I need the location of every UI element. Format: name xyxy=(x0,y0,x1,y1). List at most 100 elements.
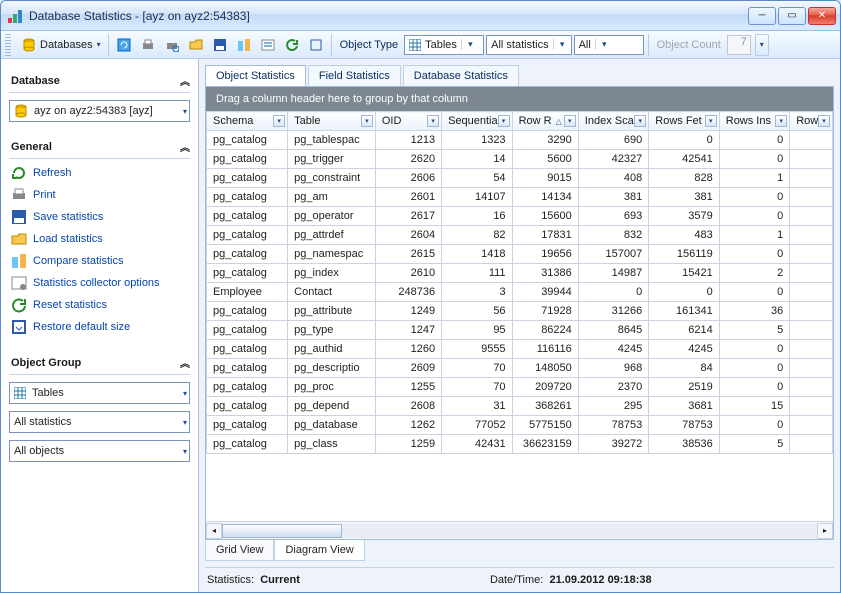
object-group-objects-combo[interactable]: All objects ▾ xyxy=(9,440,190,462)
object-group-type-combo[interactable]: Tables ▾ xyxy=(9,382,190,404)
filter-icon[interactable]: ▾ xyxy=(705,115,717,127)
group-by-row[interactable]: Drag a column header here to group by th… xyxy=(206,87,833,111)
maximize-button[interactable]: ▭ xyxy=(778,7,806,25)
tab-object-statistics[interactable]: Object Statistics xyxy=(205,65,306,86)
sidebar-link-save[interactable]: Save statistics xyxy=(9,206,190,228)
filter-icon[interactable]: ▾ xyxy=(775,115,787,127)
table-row[interactable]: EmployeeContact248736339944000 xyxy=(207,283,833,302)
column-header[interactable]: Schema▾ xyxy=(207,112,288,131)
toolbar-print-preview-button[interactable] xyxy=(161,34,183,56)
column-header[interactable]: Table▾ xyxy=(288,112,376,131)
table-cell: pg_am xyxy=(288,188,376,207)
horizontal-scrollbar[interactable]: ◂ ▸ xyxy=(206,521,833,539)
column-header[interactable]: Row▾ xyxy=(790,112,833,131)
table-cell: 1 xyxy=(719,169,789,188)
table-cell: 0 xyxy=(649,283,719,302)
filter-icon[interactable]: ▾ xyxy=(498,115,510,127)
table-row[interactable]: pg_catalogpg_authid126095551161164245424… xyxy=(207,340,833,359)
table-row[interactable]: pg_catalogpg_attribute124956719283126616… xyxy=(207,302,833,321)
table-row[interactable]: pg_catalogpg_proc125570209720237025190 xyxy=(207,378,833,397)
toolbar-compare-button[interactable] xyxy=(233,34,255,56)
toolbar-save-button[interactable] xyxy=(209,34,231,56)
filter-icon[interactable]: ▾ xyxy=(273,115,285,127)
table-row[interactable]: pg_catalogpg_operator2617161560069335790 xyxy=(207,207,833,226)
column-header[interactable]: Sequentia▾ xyxy=(442,112,512,131)
table-row[interactable]: pg_catalogpg_database1262770525775150787… xyxy=(207,416,833,435)
tab-database-statistics[interactable]: Database Statistics xyxy=(403,65,519,86)
toolbar-open-button[interactable] xyxy=(185,34,207,56)
table-row[interactable]: pg_catalogpg_descriptio26097014805096884… xyxy=(207,359,833,378)
toolbar-overflow-button[interactable]: ▾ xyxy=(755,34,769,56)
table-row[interactable]: pg_catalogpg_am260114107141343813810 xyxy=(207,188,833,207)
chevron-down-icon: ▾ xyxy=(183,107,187,116)
table-row[interactable]: pg_catalogpg_class1259424313662315939272… xyxy=(207,435,833,454)
tab-field-statistics[interactable]: Field Statistics xyxy=(308,65,401,86)
objects-filter-combo[interactable]: All ▾ xyxy=(574,35,644,55)
tab-diagram-view[interactable]: Diagram View xyxy=(274,540,364,561)
table-row[interactable]: pg_catalogpg_attrdef260482178318324831 xyxy=(207,226,833,245)
collapse-icon[interactable]: ︽ xyxy=(180,73,188,88)
scroll-right-button[interactable]: ▸ xyxy=(817,523,833,539)
table-cell: 381 xyxy=(649,188,719,207)
databases-label: Databases xyxy=(40,39,93,51)
database-combo[interactable]: ayz on ayz2:54383 [ayz] ▾ xyxy=(9,100,190,122)
column-header[interactable]: Index Sca▾ xyxy=(578,112,648,131)
sidebar-link-collector[interactable]: Statistics collector options xyxy=(9,272,190,294)
column-header[interactable]: Rows Fet▾ xyxy=(649,112,719,131)
tab-grid-view[interactable]: Grid View xyxy=(205,540,274,561)
filter-icon[interactable]: ▾ xyxy=(361,115,373,127)
table-row[interactable]: pg_catalogpg_trigger26201456004232742541… xyxy=(207,150,833,169)
scroll-left-button[interactable]: ◂ xyxy=(206,523,222,539)
chevron-down-icon: ▾ xyxy=(595,39,611,50)
table-cell: 2617 xyxy=(375,207,441,226)
table-cell: pg_namespac xyxy=(288,245,376,264)
table-row[interactable]: pg_catalogpg_constraint26065490154088281 xyxy=(207,169,833,188)
table-row[interactable]: pg_catalogpg_index2610111313861498715421… xyxy=(207,264,833,283)
databases-dropdown[interactable]: Databases ▾ xyxy=(17,34,104,56)
table-scroll[interactable]: Schema▾Table▾OID▾Sequentia▾Row R▾Index S… xyxy=(206,111,833,521)
sidebar-link-reset[interactable]: Reset statistics xyxy=(9,294,190,316)
minimize-button[interactable]: ─ xyxy=(748,7,776,25)
collapse-icon[interactable]: ︽ xyxy=(180,139,188,154)
table-cell: pg_catalog xyxy=(207,378,288,397)
table-cell: 71928 xyxy=(512,302,578,321)
table-row[interactable]: pg_catalogpg_namespac2615141819656157007… xyxy=(207,245,833,264)
sidebar-link-label: Load statistics xyxy=(33,233,103,245)
sidebar-link-restore[interactable]: Restore default size xyxy=(9,316,190,338)
toolbar-refresh-button[interactable] xyxy=(113,34,135,56)
table-cell: 54 xyxy=(442,169,512,188)
toolbar-restore-size-button[interactable] xyxy=(305,34,327,56)
toolbar-print-button[interactable] xyxy=(137,34,159,56)
section-object-group: Object Group ︽ xyxy=(9,349,190,375)
scroll-thumb[interactable] xyxy=(222,524,342,538)
table-row[interactable]: pg_catalogpg_type12479586224864562145 xyxy=(207,321,833,340)
object-type-combo[interactable]: Tables ▾ xyxy=(404,35,484,55)
table-cell: 2608 xyxy=(375,397,441,416)
sidebar-link-compare[interactable]: Compare statistics xyxy=(9,250,190,272)
table-row[interactable]: pg_catalogpg_depend260831368261295368115 xyxy=(207,397,833,416)
table-cell: pg_catalog xyxy=(207,340,288,359)
column-header[interactable]: OID▾ xyxy=(375,112,441,131)
sidebar-link-load[interactable]: Load statistics xyxy=(9,228,190,250)
object-group-stats-combo[interactable]: All statistics ▾ xyxy=(9,411,190,433)
sidebar-link-refresh[interactable]: Refresh xyxy=(9,162,190,184)
table-cell: 3290 xyxy=(512,131,578,150)
collapse-icon[interactable]: ︽ xyxy=(180,355,188,370)
filter-icon[interactable]: ▾ xyxy=(634,115,646,127)
table-cell: 0 xyxy=(649,131,719,150)
table-cell: 14 xyxy=(442,150,512,169)
statistics-filter-combo[interactable]: All statistics ▾ xyxy=(486,35,571,55)
table-row[interactable]: pg_catalogpg_tablespac12131323329069000 xyxy=(207,131,833,150)
close-button[interactable]: ✕ xyxy=(808,7,836,25)
table-cell: 148050 xyxy=(512,359,578,378)
sidebar-link-print[interactable]: Print xyxy=(9,184,190,206)
filter-icon[interactable]: ▾ xyxy=(427,115,439,127)
filter-icon[interactable]: ▾ xyxy=(818,115,830,127)
table-cell: 3579 xyxy=(649,207,719,226)
filter-icon[interactable]: ▾ xyxy=(564,115,576,127)
toolbar-reset-button[interactable] xyxy=(281,34,303,56)
table-cell: pg_catalog xyxy=(207,169,288,188)
column-header[interactable]: Row R▾ xyxy=(512,112,578,131)
toolbar-settings-button[interactable] xyxy=(257,34,279,56)
column-header[interactable]: Rows Ins▾ xyxy=(719,112,789,131)
